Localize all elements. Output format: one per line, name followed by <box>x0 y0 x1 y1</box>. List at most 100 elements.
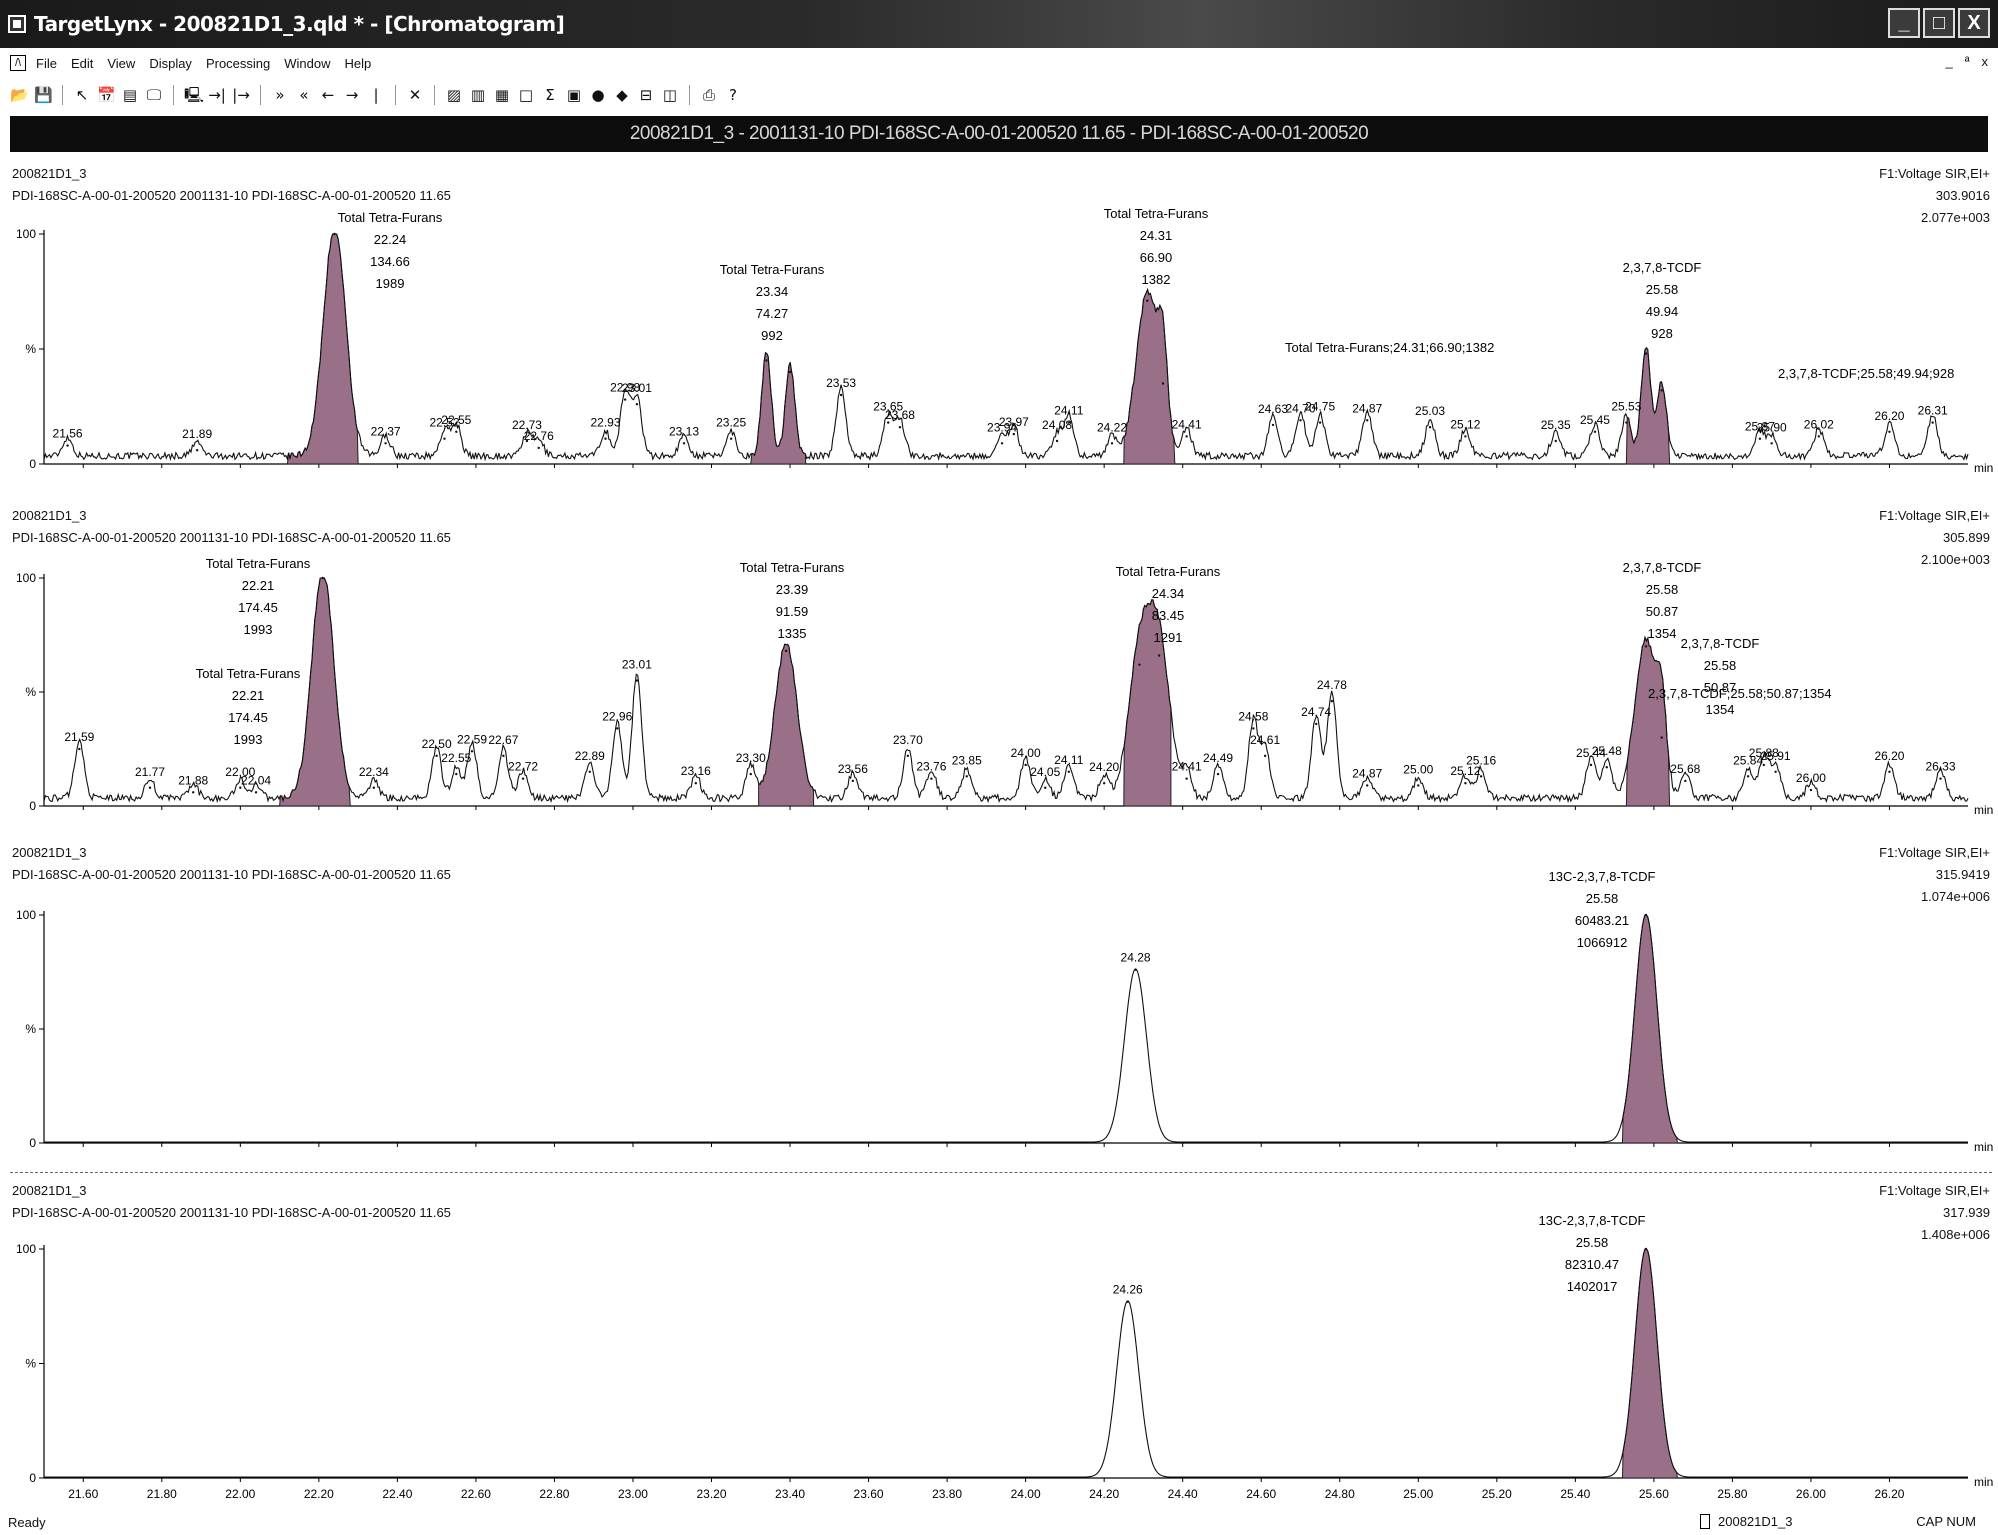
peak-label: 22.55 <box>441 413 471 427</box>
range-icon[interactable]: » <box>271 86 289 104</box>
annotation-line: 22.21 <box>232 688 265 703</box>
peak-point <box>851 779 855 783</box>
annotation-line: 1993 <box>244 622 273 637</box>
menu-processing[interactable]: Processing <box>206 56 270 71</box>
annotation-line: Total Tetra-Furans;24.31;66.90;1382 <box>1285 340 1494 355</box>
peak-label: 25.16 <box>1466 753 1496 767</box>
chromatogram-plot[interactable]: 100%0 min21.5921.7721.8822.0022.0422.3422… <box>10 508 1993 828</box>
menu-edit[interactable]: Edit <box>71 56 93 71</box>
y-tick-label: 100 <box>16 571 36 585</box>
print-preview-icon[interactable]: 🖵 <box>145 86 163 104</box>
chromatogram-plot[interactable]: 100%0 min21.56 21.89 22.3722.5222.55 22.7322… <box>10 166 1993 486</box>
x-tick-label: 24.00 <box>1011 1487 1041 1501</box>
pointer-icon[interactable]: ↖ <box>73 86 91 104</box>
range2-icon[interactable]: « <box>295 86 313 104</box>
mdi-restore-button[interactable]: ª <box>1965 54 1970 69</box>
x-tick-label: 22.60 <box>461 1487 491 1501</box>
peak-label: 25.91 <box>1761 749 1791 763</box>
chart-doc-icon[interactable]: /\ <box>10 55 26 71</box>
help-icon[interactable]: ? <box>724 86 742 104</box>
peak-point <box>1660 736 1663 739</box>
chart-icon[interactable]: ▨ <box>445 86 463 104</box>
cross-icon[interactable]: ✕ <box>406 86 424 104</box>
blank-icon[interactable]: □ <box>517 86 535 104</box>
pan2-icon[interactable]: | <box>367 86 385 104</box>
peak-point <box>1605 766 1608 769</box>
menu-help[interactable]: Help <box>345 56 372 71</box>
peak-point <box>1774 770 1777 773</box>
peak-label: 24.00 <box>1011 746 1041 760</box>
menu-file[interactable]: File <box>36 56 57 71</box>
peak-point <box>521 777 525 780</box>
open-icon[interactable]: 📂 <box>10 86 29 104</box>
integrated-peak-area[interactable] <box>750 351 807 465</box>
range3-icon[interactable]: ← <box>319 86 337 104</box>
menu-display[interactable]: Display <box>149 56 192 71</box>
maximize-button[interactable]: □ <box>1923 8 1955 38</box>
grid-icon[interactable]: ⊟ <box>637 86 655 104</box>
peak-point <box>1330 699 1334 703</box>
mdi-close-button[interactable]: x <box>1982 54 1989 69</box>
annotation-line: 1382 <box>1142 272 1171 287</box>
peak-point <box>66 444 69 447</box>
peak-icon[interactable]: ▥ <box>469 86 487 104</box>
chromatogram-plot[interactable]: 100% 0 min 21.60 21.80 22.00 22.20 22.40 22.60 22… <box>10 1183 1993 1508</box>
integrated-peak-area[interactable] <box>1621 1248 1679 1479</box>
zoom-in-icon[interactable]: →| <box>208 86 226 104</box>
menu-window[interactable]: Window <box>284 56 330 71</box>
dot-icon[interactable]: ● <box>589 86 607 104</box>
x-tick-label: 23.20 <box>696 1487 726 1501</box>
peak-annotation: 13C-2,3,7,8-TCDF 25.58 60483.21 1066912 <box>1549 869 1656 950</box>
x-tick-label: 21.80 <box>147 1487 177 1501</box>
peak-point <box>1044 786 1047 789</box>
peak-point <box>616 727 619 730</box>
book-icon[interactable]: ▣ <box>565 86 583 104</box>
minimize-button[interactable]: _ <box>1888 8 1920 38</box>
screen-icon[interactable]: 🖳 <box>184 86 204 104</box>
peak-point <box>455 772 458 776</box>
peak-point <box>1554 439 1557 443</box>
peak-label: 24.41 <box>1172 760 1202 774</box>
zoom-out-icon[interactable]: |→ <box>232 86 250 104</box>
peak-point <box>537 446 540 450</box>
annotation-line: 2,3,7,8-TCDF;25.58;50.87;1354 <box>1648 686 1832 701</box>
app-icon <box>8 15 26 33</box>
menu-view[interactable]: View <box>107 56 135 71</box>
integrated-peak-area[interactable] <box>758 643 815 807</box>
annotation-line: 50.87 <box>1646 604 1679 619</box>
peak-point <box>588 770 591 773</box>
save-icon[interactable]: 💾 <box>34 86 53 104</box>
list-icon[interactable]: ▤ <box>121 86 139 104</box>
x-tick-label: 24.40 <box>1168 1487 1198 1501</box>
x-tick-label: 26.20 <box>1874 1487 1904 1501</box>
peak-point <box>502 754 505 758</box>
window-icon[interactable]: ◫ <box>661 86 679 104</box>
peak-point <box>839 393 843 397</box>
bar-icon[interactable]: ▦ <box>493 86 511 104</box>
peak-label: 25.35 <box>1541 418 1571 432</box>
sum-icon[interactable]: Σ <box>541 86 559 104</box>
peak-label: 22.34 <box>359 765 389 779</box>
y-tick-label: 0 <box>29 457 36 471</box>
mdi-minimize-button[interactable]: _ <box>1945 54 1952 69</box>
close-button[interactable]: X <box>1958 8 1990 38</box>
panel-separator <box>10 1172 1992 1173</box>
pin-icon[interactable]: ◆ <box>613 86 631 104</box>
peak-point <box>1464 782 1467 785</box>
peak-point <box>694 782 698 785</box>
integrated-peak-area[interactable] <box>1621 914 1679 1144</box>
title-bar: TargetLynx - 200821D1_3.qld * - [Chromat… <box>0 0 1998 48</box>
chromatogram-plot[interactable]: 100% 0 min 24.28 13C-2,3,7,8-TCDF 25.58 60483.… <box>10 845 1993 1165</box>
annotation-line: Total Tetra-Furans <box>1104 206 1209 221</box>
peak-label: 22.55 <box>441 751 471 765</box>
pan-icon[interactable]: → <box>343 86 361 104</box>
calendar-icon[interactable]: 📅 <box>97 86 116 104</box>
integrated-peak-area[interactable] <box>279 577 351 807</box>
integrated-peak-area[interactable] <box>286 233 359 465</box>
peak-label: 23.13 <box>669 424 699 438</box>
annotation-line: 25.58 <box>1646 582 1679 597</box>
peak-annotation: 2,3,7,8-TCDF;25.58;50.87;1354 <box>1648 686 1832 701</box>
printer-icon[interactable]: ⎙ <box>700 86 718 104</box>
y-tick-label: 0 <box>29 799 36 813</box>
peak-label: 26.20 <box>1874 749 1904 763</box>
